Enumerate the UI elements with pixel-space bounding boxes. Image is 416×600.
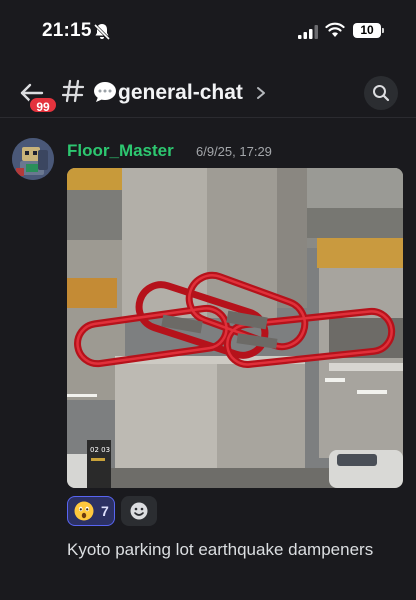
add-reaction-smiley-icon bbox=[130, 502, 148, 520]
battery-tip bbox=[382, 28, 384, 33]
message-text: Kyoto parking lot earthquake dampeners bbox=[67, 540, 374, 559]
channel-header: general-chat bbox=[0, 62, 416, 118]
channel-name[interactable]: general-chat bbox=[118, 81, 243, 105]
search-button[interactable] bbox=[364, 76, 398, 110]
photo-earthquake-dampeners: 02 03 bbox=[67, 168, 403, 488]
signal-icon bbox=[298, 25, 318, 39]
reaction-count: 7 bbox=[101, 503, 109, 519]
bell-slash-icon bbox=[93, 23, 111, 41]
hash-icon bbox=[62, 79, 84, 103]
search-icon bbox=[373, 85, 390, 102]
avatar[interactable] bbox=[12, 138, 54, 180]
parking-sign-text: 02 03 bbox=[90, 446, 110, 454]
unread-badge: 99 bbox=[28, 96, 58, 114]
message-author[interactable]: Floor_Master bbox=[67, 141, 174, 161]
add-reaction-button[interactable] bbox=[121, 496, 157, 526]
image-attachment[interactable]: 02 03 bbox=[67, 168, 403, 488]
status-time: 21:15 bbox=[42, 20, 92, 41]
battery-icon: 10 bbox=[353, 23, 381, 38]
astonished-face-icon bbox=[74, 501, 94, 521]
robot-avatar-icon bbox=[12, 138, 54, 180]
reaction-astonished[interactable]: 7 bbox=[67, 496, 115, 526]
speech-bubble-icon bbox=[94, 82, 116, 102]
chevron-right-icon[interactable] bbox=[256, 86, 266, 100]
wifi-icon bbox=[325, 22, 345, 37]
status-bar: 21:15 10 bbox=[0, 0, 416, 62]
message-timestamp: 6/9/25, 17:29 bbox=[196, 144, 272, 159]
